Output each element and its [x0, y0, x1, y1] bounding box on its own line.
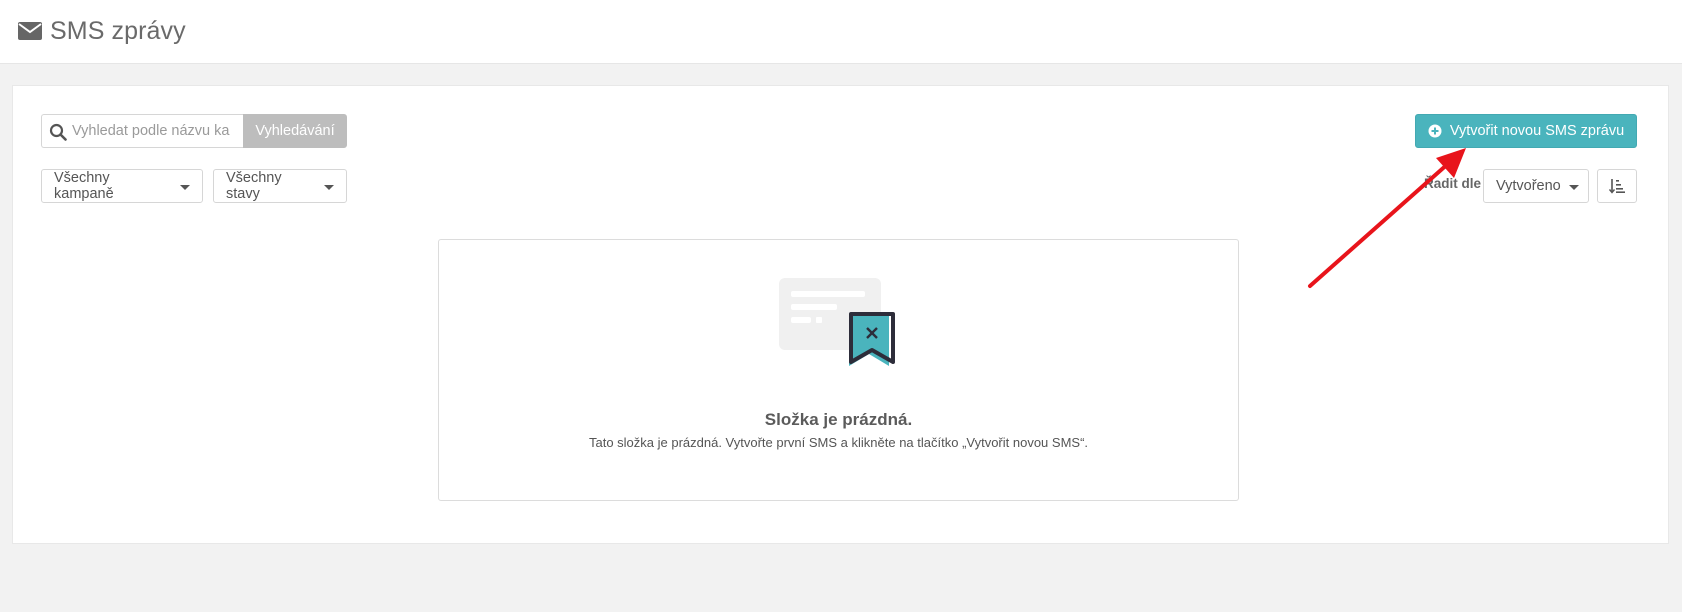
sort-amount-down-icon [1609, 179, 1625, 194]
main-card: Vyhledávání Všechny kampaně Všechny stav… [12, 85, 1669, 544]
create-sms-button-label: Vytvořit novou SMS zprávu [1449, 123, 1625, 139]
caret-down-icon [180, 184, 190, 190]
search-input[interactable] [72, 115, 240, 147]
search-icon [49, 123, 67, 141]
sort-selected-value: Vytvořeno [1496, 178, 1561, 194]
campaign-filter-label: Všechny kampaně [54, 170, 114, 202]
caret-down-icon [324, 184, 334, 190]
search-field[interactable] [41, 114, 243, 148]
sort-dropdown[interactable]: Vytvořeno [1483, 169, 1589, 203]
empty-state-title: Složka je prázdná. [764, 410, 913, 429]
page-header: SMS zprávy [0, 0, 1682, 64]
campaign-filter-dropdown[interactable]: Všechny kampaně [41, 169, 203, 203]
caret-down-icon [1568, 184, 1579, 190]
empty-state: Složka je prázdná. Tato složka je prázdn… [438, 239, 1239, 501]
page-title: SMS zprávy [50, 16, 186, 45]
search-button[interactable]: Vyhledávání [243, 114, 347, 148]
search-group: Vyhledávání [41, 114, 347, 148]
page-title-group: SMS zprávy [18, 16, 186, 46]
create-sms-button[interactable]: Vytvořit novou SMS zprávu [1415, 114, 1637, 148]
envelope-icon [18, 22, 42, 40]
empty-state-text: Tato složka je prázdná. Vytvořte první S… [588, 435, 1089, 450]
state-filter-label: Všechny stavy [226, 170, 282, 202]
sort-direction-button[interactable] [1597, 169, 1637, 203]
search-button-label: Vyhledávání [255, 123, 335, 139]
state-filter-dropdown[interactable]: Všechny stavy [213, 169, 347, 203]
sort-label: Řadit dle [1424, 176, 1482, 191]
plus-circle-icon [1428, 124, 1442, 138]
empty-folder-illustration [779, 278, 895, 366]
